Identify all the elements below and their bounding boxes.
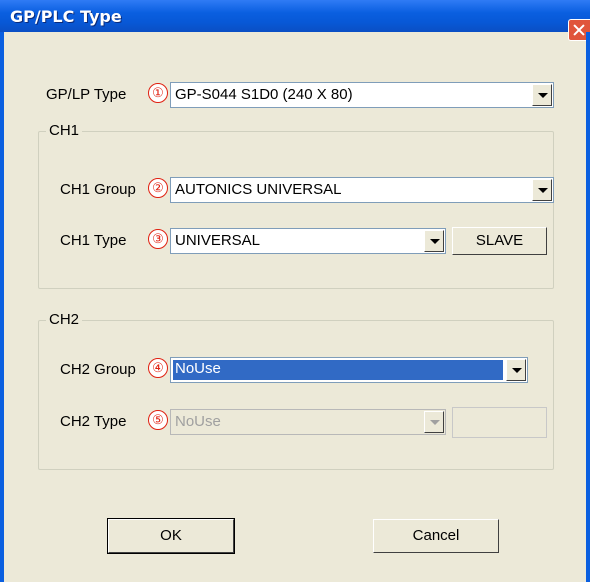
ch2-mode-button[interactable]	[452, 407, 547, 438]
gp-type-value: GP-S044 S1D0 (240 X 80)	[175, 86, 353, 103]
ch2-group-title: CH2	[46, 311, 83, 328]
ch1-group-label: CH1 Group	[60, 181, 136, 198]
ch2-group-select[interactable]: NoUse	[170, 357, 528, 383]
ch1-type-label: CH1 Type	[60, 232, 127, 249]
ch1-groupbox	[38, 131, 554, 289]
ch2-group-value: NoUse	[172, 359, 504, 381]
chevron-down-icon[interactable]	[532, 84, 552, 106]
ch2-type-select[interactable]: NoUse	[170, 409, 446, 435]
window-title: GP/PLC Type	[10, 7, 122, 26]
ch2-type-value: NoUse	[175, 413, 221, 430]
ch1-slave-button[interactable]: SLAVE	[452, 227, 547, 255]
marker-2: ②	[148, 178, 168, 198]
ch2-type-label: CH2 Type	[60, 413, 127, 430]
ch1-type-value: UNIVERSAL	[175, 232, 261, 249]
chevron-down-icon[interactable]	[532, 179, 552, 201]
cancel-button[interactable]: Cancel	[373, 519, 499, 553]
title-bar: GP/PLC Type	[0, 0, 590, 32]
ch2-groupbox	[38, 320, 554, 470]
chevron-down-icon[interactable]	[424, 230, 444, 252]
gp-type-select[interactable]: GP-S044 S1D0 (240 X 80)	[170, 82, 554, 108]
marker-1: ①	[148, 83, 168, 103]
ch2-group-label: CH2 Group	[60, 361, 136, 378]
chevron-down-icon[interactable]	[506, 359, 526, 381]
marker-3: ③	[148, 229, 168, 249]
ch1-group-title: CH1	[46, 122, 83, 139]
window-frame-left	[0, 32, 4, 582]
marker-4: ④	[148, 358, 168, 378]
ok-button[interactable]: OK	[107, 518, 235, 554]
ch1-type-select[interactable]: UNIVERSAL	[170, 228, 446, 254]
ch1-group-value: AUTONICS UNIVERSAL	[175, 181, 342, 198]
chevron-down-icon[interactable]	[424, 411, 444, 433]
ch1-group-select[interactable]: AUTONICS UNIVERSAL	[170, 177, 554, 203]
gp-type-label: GP/LP Type	[46, 86, 127, 103]
marker-5: ⑤	[148, 410, 168, 430]
window-frame-right	[586, 32, 590, 582]
